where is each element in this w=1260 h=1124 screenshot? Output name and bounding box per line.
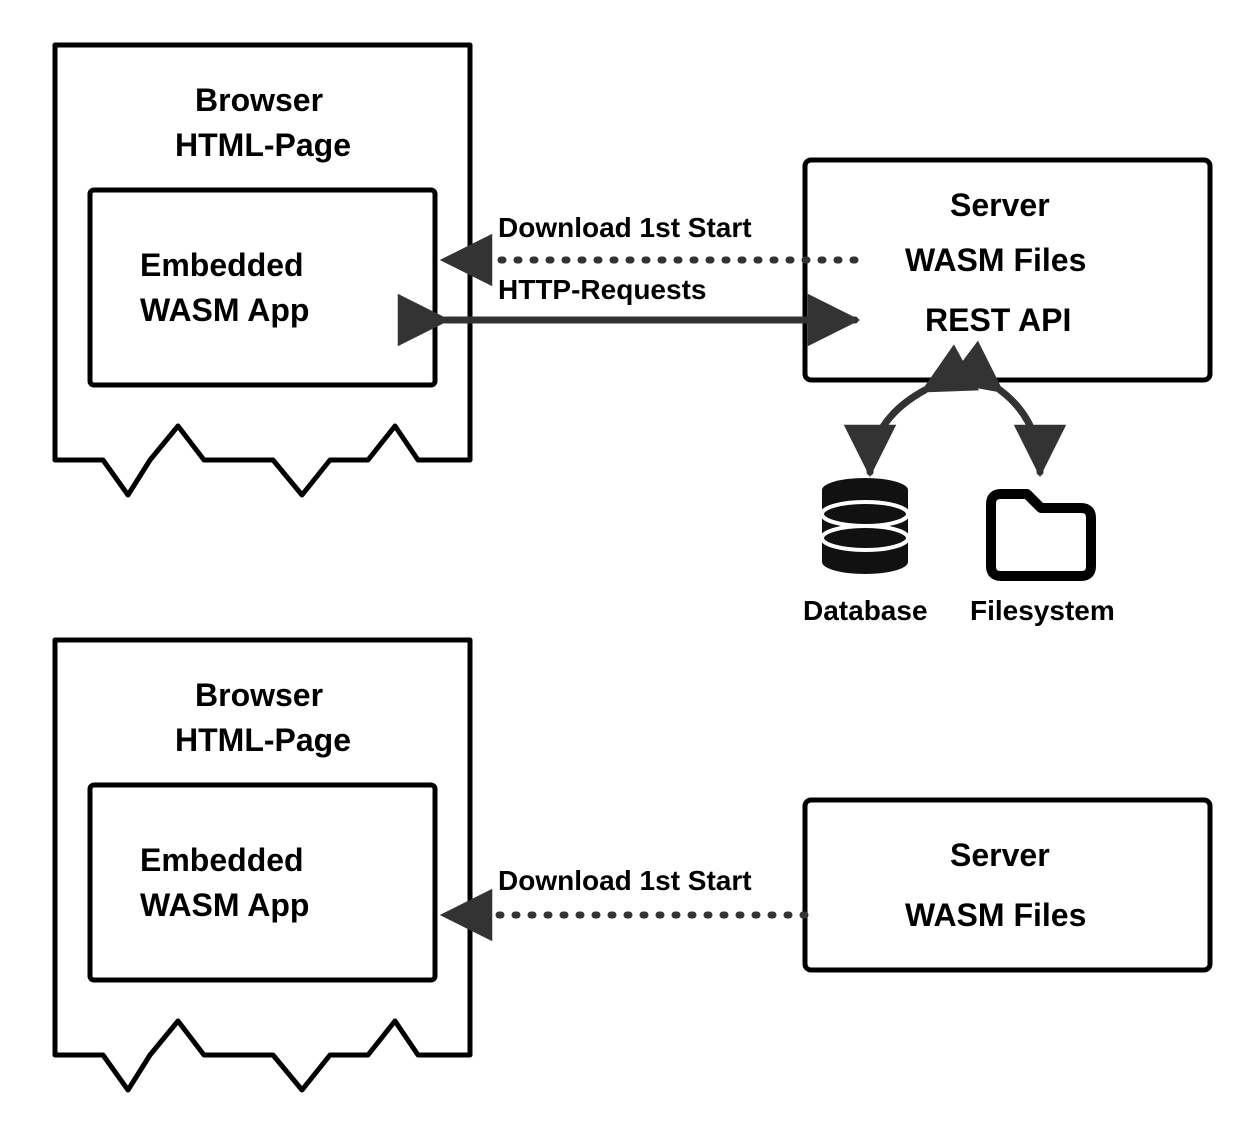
embedded-line1-top: Embedded [140,245,304,285]
server-title-top: Server [950,185,1050,225]
embedded-app-box-bottom [90,785,435,980]
server-line3-top: REST API [925,300,1071,340]
database-label: Database [803,593,928,628]
filesystem-label: Filesystem [970,593,1115,628]
browser-title-line1-top: Browser [195,80,323,120]
server-to-fs-arrow [1000,390,1040,472]
server-to-db-arrow [870,390,925,472]
database-icon [822,478,908,574]
http-label-top: HTTP-Requests [498,272,706,307]
download-label-bottom: Download 1st Start [498,863,752,898]
folder-icon [991,494,1091,576]
embedded-line2-top: WASM App [140,290,309,330]
server-title-bottom: Server [950,835,1050,875]
diagram-canvas: Browser HTML-Page Embedded WASM App Serv… [0,0,1260,1124]
server-line2-bottom: WASM Files [905,895,1086,935]
server-box-bottom [805,800,1210,970]
browser-title-line1-bottom: Browser [195,675,323,715]
browser-title-line2-bottom: HTML-Page [175,720,351,760]
embedded-line1-bottom: Embedded [140,840,304,880]
embedded-app-box-top [90,190,435,385]
download-label-top: Download 1st Start [498,210,752,245]
diagram-svg [0,0,1260,1124]
browser-title-line2-top: HTML-Page [175,125,351,165]
embedded-line2-bottom: WASM App [140,885,309,925]
server-line2-top: WASM Files [905,240,1086,280]
